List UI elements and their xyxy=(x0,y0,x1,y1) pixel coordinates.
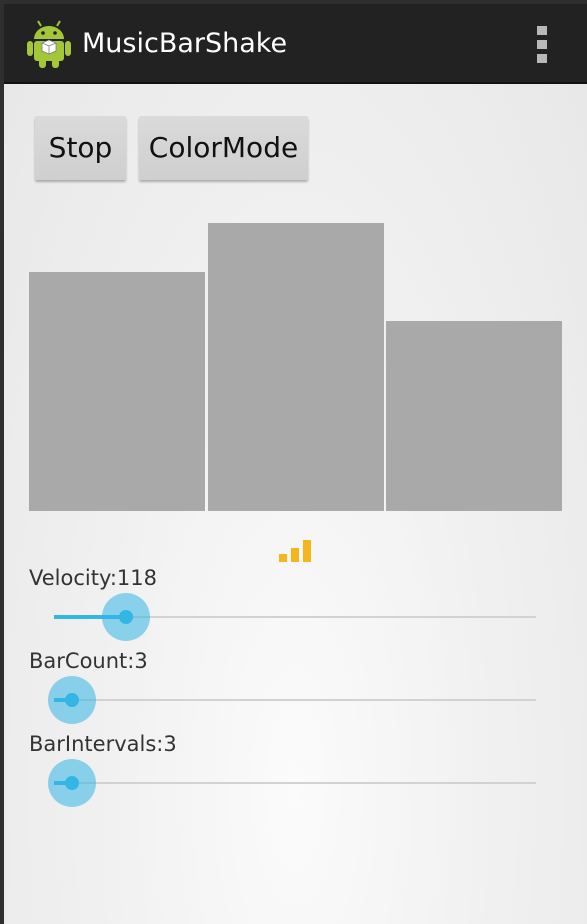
android-robot-icon[interactable] xyxy=(26,20,72,68)
slider-thumb[interactable] xyxy=(101,593,150,641)
device-frame: MusicBarShake Stop ColorMode Velocity:11… xyxy=(0,0,587,924)
slider-track xyxy=(54,782,536,784)
slider-thumb[interactable] xyxy=(48,676,96,724)
overflow-menu-icon[interactable] xyxy=(531,26,553,66)
velocity-label: Velocity:118 xyxy=(29,566,158,590)
visualizer-bar xyxy=(29,272,205,511)
visualizer-bar xyxy=(386,321,562,511)
app-title: MusicBarShake xyxy=(82,28,288,59)
visualizer-bar xyxy=(208,223,384,511)
barintervals-slider[interactable] xyxy=(48,758,542,808)
barcount-slider[interactable] xyxy=(48,675,542,725)
velocity-slider[interactable] xyxy=(48,592,542,642)
slider-thumb[interactable] xyxy=(48,759,96,807)
app-screen: MusicBarShake Stop ColorMode Velocity:11… xyxy=(4,4,587,924)
slider-track xyxy=(54,699,536,701)
barcount-label: BarCount:3 xyxy=(29,649,148,673)
signal-bars-icon xyxy=(279,538,313,562)
colormode-button[interactable]: ColorMode xyxy=(139,116,308,180)
barintervals-label: BarIntervals:3 xyxy=(29,732,177,756)
stop-button[interactable]: Stop xyxy=(35,116,126,180)
action-bar: MusicBarShake xyxy=(4,4,587,84)
